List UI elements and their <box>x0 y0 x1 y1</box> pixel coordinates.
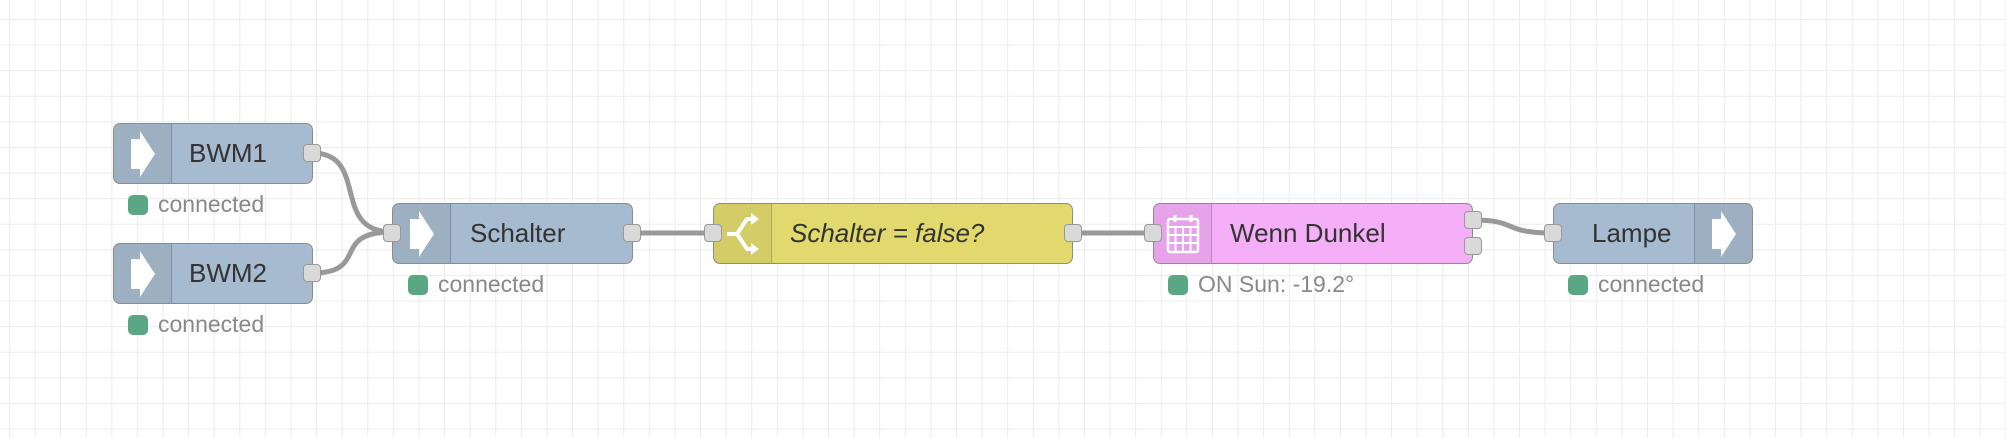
status-indicator <box>408 274 428 295</box>
status-text: ON Sun: -19.2° <box>1198 271 1355 297</box>
arrow-right-icon <box>114 244 172 303</box>
node-label: Schalter <box>470 218 566 248</box>
node-status: connected <box>128 191 264 218</box>
input-port[interactable] <box>1544 224 1562 242</box>
node-label: BWM1 <box>189 138 267 168</box>
arrow-right-icon <box>114 124 172 183</box>
calendar-icon <box>1154 204 1212 263</box>
switch-branch-icon <box>714 204 772 263</box>
node-status: ON Sun: -19.2° <box>1168 271 1354 298</box>
node-label: Wenn Dunkel <box>1230 218 1386 248</box>
node-status: connected <box>1568 271 1704 298</box>
input-port[interactable] <box>1144 224 1162 242</box>
node-wenn-dunkel[interactable]: Wenn Dunkel <box>1153 203 1473 264</box>
wire-bwm1-schalter[interactable] <box>311 150 393 235</box>
node-lampe[interactable]: Lampe <box>1553 203 1753 264</box>
input-port[interactable] <box>704 224 722 242</box>
node-switch[interactable]: Schalter = false? <box>713 203 1073 264</box>
node-schalter[interactable]: Schalter <box>392 203 633 264</box>
output-port[interactable] <box>623 224 641 242</box>
output-port[interactable] <box>1064 224 1082 242</box>
status-text: connected <box>158 311 265 337</box>
status-indicator <box>1168 274 1188 295</box>
node-label: Lampe <box>1592 218 1672 248</box>
node-label: Schalter = false? <box>790 218 985 248</box>
status-indicator <box>128 194 148 215</box>
wire-bwm2-schalter[interactable] <box>311 229 393 276</box>
node-label: BWM2 <box>189 258 267 288</box>
node-status: connected <box>408 271 544 298</box>
input-port[interactable] <box>383 224 401 242</box>
status-text: connected <box>1598 271 1705 297</box>
status-text: connected <box>438 271 545 297</box>
node-bwm1[interactable]: BWM1 <box>113 123 313 184</box>
node-status: connected <box>128 311 264 338</box>
arrow-right-icon <box>1694 204 1752 263</box>
output-port[interactable] <box>303 264 321 282</box>
arrow-right-icon <box>393 204 451 263</box>
status-indicator <box>128 314 148 335</box>
node-bwm2[interactable]: BWM2 <box>113 243 313 304</box>
output-port-1[interactable] <box>1464 211 1482 229</box>
output-port[interactable] <box>303 144 321 162</box>
status-text: connected <box>158 191 265 217</box>
status-indicator <box>1568 274 1588 295</box>
wire-wenn-dunkel-lampe[interactable] <box>1472 217 1554 236</box>
output-port-2[interactable] <box>1464 237 1482 255</box>
